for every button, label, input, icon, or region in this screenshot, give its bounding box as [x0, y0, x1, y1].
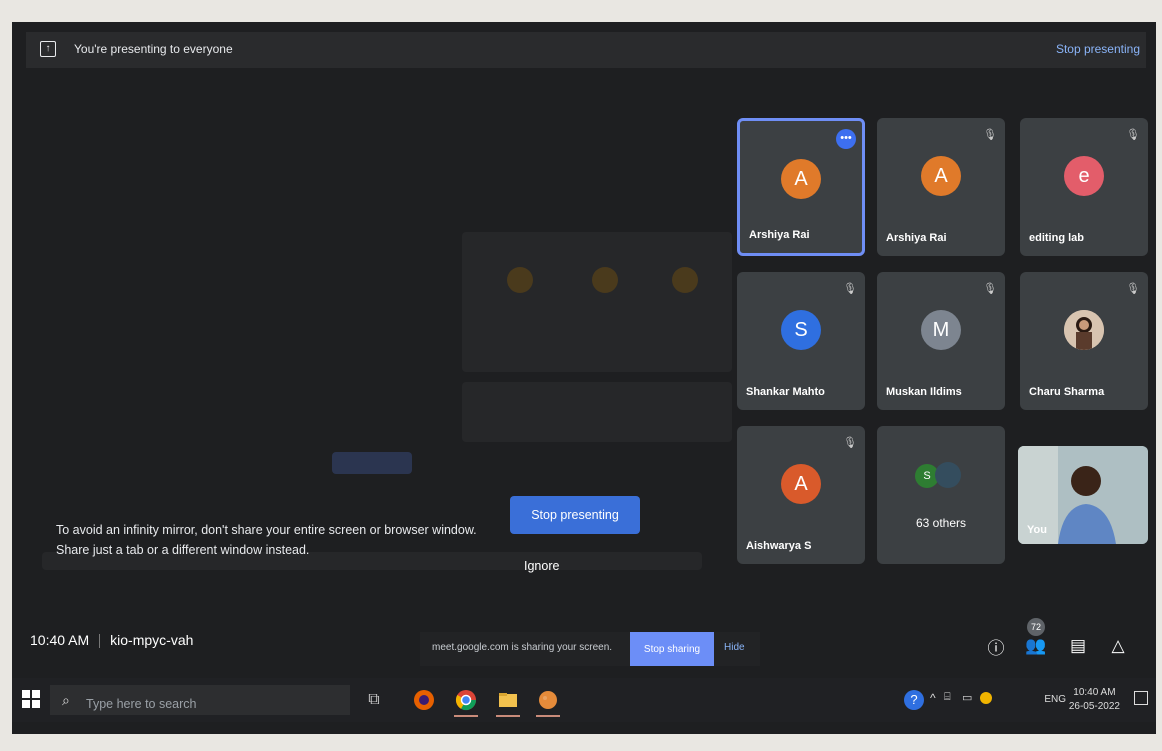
participant-name: Muskan Ildims: [886, 386, 962, 398]
task-view-icon[interactable]: ⧉: [360, 686, 388, 714]
mic-off-icon: 🎙: [983, 283, 997, 295]
participant-name: Charu Sharma: [1029, 386, 1105, 398]
language-indicator[interactable]: ENG: [1044, 694, 1066, 705]
chevron-up-icon[interactable]: ^: [930, 691, 936, 705]
meet-screen: ↑ You're presenting to everyone Stop pre…: [12, 22, 1156, 734]
participant-name: Arshiya Rai: [749, 229, 810, 241]
clock[interactable]: 10:40 AM 26-05-2022: [1069, 686, 1120, 714]
activities-icon[interactable]: △: [1106, 634, 1130, 658]
system-tray: ? ^ ⌸ ▭ ENG 10:40 AM 26-05-2022: [896, 678, 1156, 722]
ignore-button[interactable]: Ignore: [518, 558, 565, 574]
participant-tile[interactable]: 🎙 A Arshiya Rai: [877, 118, 1005, 256]
clock-time: 10:40 AM: [1073, 687, 1116, 698]
participant-name: Aishwarya S: [746, 540, 812, 552]
sharing-status-text: meet.google.com is sharing your screen.: [432, 642, 613, 653]
avatar: S: [781, 310, 821, 350]
profile-photo-avatar: [1064, 310, 1104, 350]
people-icon[interactable]: 👥: [1024, 634, 1048, 658]
mic-off-icon: 🎙: [983, 129, 997, 141]
mic-off-icon: 🎙: [843, 283, 857, 295]
more-options-icon[interactable]: •••: [836, 129, 856, 149]
meeting-code: kio-mpyc-vah: [110, 632, 194, 648]
self-name: You: [1027, 524, 1047, 536]
avatar: [935, 462, 961, 488]
infinity-mirror-message: To avoid an infinity mirror, don't share…: [56, 523, 477, 557]
folder-icon: [499, 693, 517, 707]
chrome-icon[interactable]: [452, 686, 480, 717]
meeting-side-controls: ⓘ 👥 72 ▤ △: [982, 618, 1142, 666]
others-count: 63 others: [915, 516, 967, 530]
stop-sharing-button[interactable]: Stop sharing: [630, 632, 714, 666]
meeting-time: 10:40 AM: [30, 632, 90, 648]
screen-share-bar: meet.google.com is sharing your screen. …: [420, 632, 760, 666]
meeting-info: 10:40 AM kio-mpyc-vah: [30, 632, 194, 649]
norton-icon[interactable]: [980, 692, 992, 704]
hide-button[interactable]: Hide: [724, 642, 745, 653]
avatar: e: [1064, 156, 1104, 196]
avatar: A: [781, 159, 821, 199]
taskbar-search[interactable]: ⌕ Type here to search: [50, 685, 350, 715]
stop-presenting-link[interactable]: Stop presenting: [1056, 42, 1140, 56]
firefox-logo-icon: [414, 690, 434, 710]
participant-count-badge: 72: [1027, 618, 1045, 636]
network-icon[interactable]: ⌸: [944, 691, 951, 704]
participant-tile[interactable]: 🎙 A Aishwarya S: [737, 426, 865, 564]
help-icon[interactable]: ?: [904, 690, 924, 710]
participant-tile[interactable]: ••• A Arshiya Rai: [737, 118, 865, 256]
file-explorer-icon[interactable]: [494, 686, 522, 717]
mic-off-icon: 🎙: [843, 437, 857, 449]
chrome-logo-icon: [455, 690, 477, 711]
participant-tile[interactable]: 🎙 M Muskan Ildims: [877, 272, 1005, 410]
participant-tile[interactable]: 🎙 e editing lab: [1020, 118, 1148, 256]
present-screen-icon: ↑: [40, 41, 56, 57]
mic-off-icon: 🎙: [1126, 129, 1140, 141]
search-icon: ⌕: [62, 692, 70, 708]
person-photo-icon: [1064, 310, 1104, 350]
participant-name: Shankar Mahto: [746, 386, 825, 398]
notification-icon[interactable]: [1134, 691, 1148, 705]
avatar: A: [921, 156, 961, 196]
app-icon[interactable]: [534, 686, 562, 717]
firefox-icon[interactable]: [410, 686, 438, 714]
participant-tile[interactable]: 🎙 Charu Sharma: [1020, 272, 1148, 410]
stop-presenting-button[interactable]: Stop presenting: [510, 496, 640, 534]
chat-icon[interactable]: ▤: [1066, 634, 1090, 658]
participant-name: Arshiya Rai: [886, 232, 947, 244]
presenting-text: You're presenting to everyone: [74, 42, 233, 56]
taskbar: ⌕ Type here to search ⧉ ? ^ ⌸ ▭ ENG 10:4…: [12, 678, 1156, 722]
avatar: A: [781, 464, 821, 504]
display-icon[interactable]: ▭: [962, 691, 972, 704]
avatar: M: [921, 310, 961, 350]
search-placeholder: Type here to search: [86, 697, 197, 711]
paint-app-icon: [539, 691, 557, 709]
windows-start-icon[interactable]: [22, 690, 40, 708]
clock-date: 26-05-2022: [1068, 701, 1120, 712]
mic-off-icon: 🎙: [1126, 283, 1140, 295]
participant-tile[interactable]: 🎙 S Shankar Mahto: [737, 272, 865, 410]
meeting-details-icon[interactable]: ⓘ: [984, 634, 1008, 658]
participant-name: editing lab: [1029, 232, 1084, 244]
presenting-banner: ↑ You're presenting to everyone Stop pre…: [26, 32, 1146, 68]
others-tile[interactable]: S 63 others: [877, 426, 1005, 564]
self-video-tile[interactable]: You: [1018, 446, 1148, 544]
